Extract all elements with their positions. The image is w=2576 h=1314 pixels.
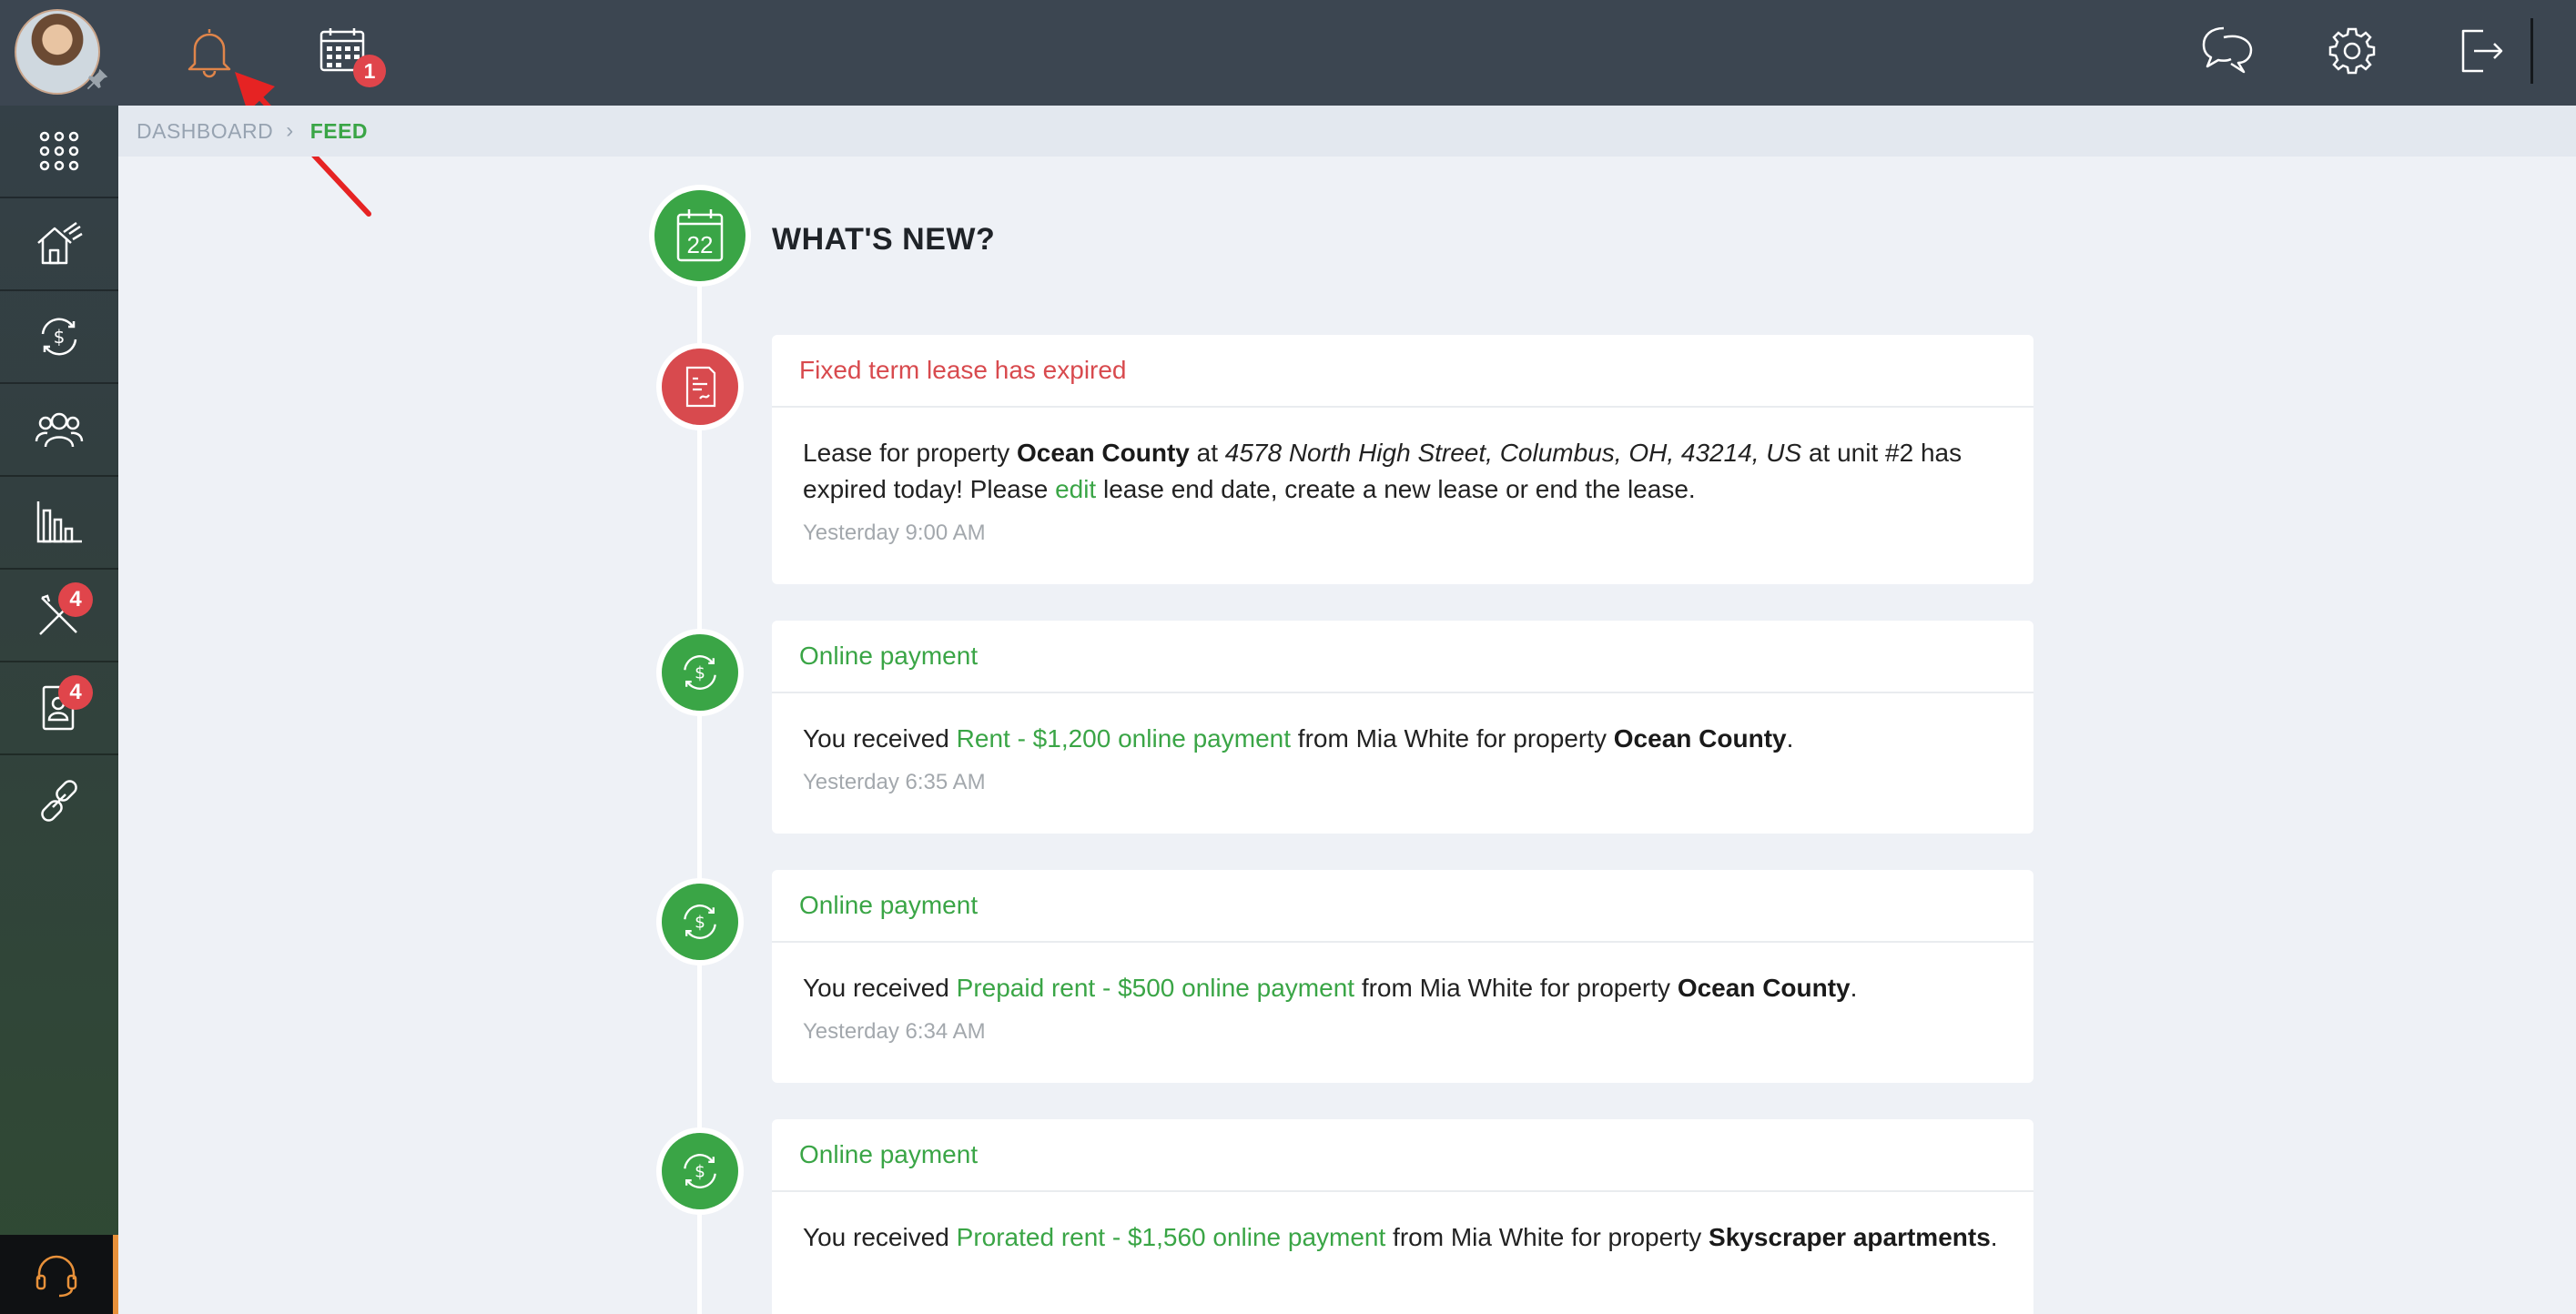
card-heading[interactable]: Online payment (772, 621, 2033, 693)
message-text: from Mia White for property (1354, 974, 1678, 1002)
calendar-day-number: 22 (687, 231, 714, 258)
card-timestamp: Yesterday 6:34 AM (803, 1019, 986, 1044)
breadcrumb-separator: › (286, 118, 294, 143)
timeline-dot-payment: $ (656, 878, 744, 965)
svg-text:$: $ (54, 326, 66, 348)
logout-icon (2461, 29, 2503, 73)
card-message: You received Prorated rent - $1,560 onli… (772, 1192, 2033, 1256)
feed-header-badge: 22 (649, 185, 751, 287)
property-name: Ocean County (1017, 439, 1190, 467)
payment-link[interactable]: Rent - $1,200 online payment (957, 724, 1291, 753)
gear-icon (2328, 27, 2376, 75)
timeline-dot-lease (656, 343, 744, 430)
breadcrumb-dashboard[interactable]: DASHBOARD (137, 119, 273, 144)
message-text: Lease for property (803, 439, 1018, 467)
svg-text:$: $ (695, 663, 705, 682)
svg-text:$: $ (695, 1162, 705, 1181)
message-text: from Mia White for property (1385, 1223, 1709, 1251)
payment-link[interactable]: Prepaid rent - $500 online payment (957, 974, 1354, 1002)
calendar-day-icon: 22 (676, 209, 724, 262)
card-message: You received Prepaid rent - $500 online … (772, 943, 2033, 1006)
topbar-divider (2530, 18, 2533, 84)
card-heading[interactable]: Online payment (772, 1119, 2033, 1192)
property-address: 4578 North High Street, Columbus, OH, 43… (1224, 439, 1802, 467)
page-title: WHAT'S NEW? (772, 222, 996, 257)
sidebar-item-reports[interactable] (0, 477, 118, 570)
accounting-dollar-icon: $ (41, 318, 77, 356)
card-timestamp: Yesterday 9:00 AM (803, 521, 986, 545)
maintenance-badge: 4 (58, 582, 93, 617)
sidebar-item-accounting[interactable]: $ (0, 291, 118, 384)
payment-dollar-icon: $ (684, 655, 716, 690)
payment-link[interactable]: Prorated rent - $1,560 online payment (957, 1223, 1386, 1251)
payment-dollar-icon: $ (684, 905, 716, 939)
timeline-dot-payment: $ (656, 629, 744, 716)
lease-document-icon (685, 366, 716, 408)
message-text: at (1189, 439, 1225, 467)
card-message: Lease for property Ocean County at 4578 … (772, 408, 2033, 508)
message-text: . (1990, 1223, 1998, 1251)
feed-card-payment: Online payment You received Rent - $1,20… (772, 621, 2033, 834)
headset-icon (35, 1255, 77, 1297)
properties-house-icon (37, 221, 83, 265)
top-bar: 1 (118, 0, 2576, 106)
breadcrumb-feed: FEED (309, 118, 369, 143)
sidebar-item-apps[interactable] (0, 106, 118, 198)
payment-dollar-icon: $ (684, 1154, 716, 1188)
card-heading[interactable]: Online payment (772, 870, 2033, 943)
message-text: You received (803, 1223, 957, 1251)
property-name: Ocean County (1613, 724, 1787, 753)
timeline-dot-payment: $ (656, 1127, 744, 1215)
settings-button[interactable] (2325, 24, 2379, 78)
message-text: You received (803, 724, 957, 753)
breadcrumb: DASHBOARD › FEED (118, 106, 2576, 157)
links-icon (41, 780, 77, 822)
feed-card-lease: Fixed term lease has expired Lease for p… (772, 335, 2033, 584)
message-text: . (1850, 974, 1858, 1002)
property-name: Skyscraper apartments (1709, 1223, 1991, 1251)
card-timestamp: Yesterday 6:35 AM (803, 770, 986, 794)
message-text: from Mia White for property (1291, 724, 1614, 753)
feed-card-payment: Online payment You received Prorated ren… (772, 1119, 2033, 1314)
support-button[interactable] (0, 1235, 118, 1314)
message-text: You received (803, 974, 957, 1002)
sidebar-item-applicants[interactable]: 4 (0, 662, 118, 755)
edit-link[interactable]: edit (1055, 475, 1096, 503)
sidebar: $ 4 4 (0, 0, 118, 1314)
card-heading[interactable]: Fixed term lease has expired (772, 335, 2033, 408)
people-icon (35, 412, 84, 448)
pin-icon[interactable] (84, 66, 111, 93)
sidebar-item-links[interactable] (0, 755, 118, 846)
chat-icon (2202, 26, 2253, 74)
chat-button[interactable] (2197, 22, 2257, 80)
sidebar-item-properties[interactable] (0, 198, 118, 291)
sidebar-item-maintenance[interactable]: 4 (0, 570, 118, 662)
applicants-badge: 4 (58, 675, 93, 710)
user-profile[interactable] (0, 0, 118, 106)
logout-button[interactable] (2454, 24, 2509, 78)
card-message: You received Rent - $1,200 online paymen… (772, 693, 2033, 757)
reports-chart-icon (36, 501, 82, 543)
property-name: Ocean County (1677, 974, 1851, 1002)
apps-grid-icon (39, 131, 79, 171)
svg-text:$: $ (695, 913, 705, 932)
message-text: lease end date, create a new lease or en… (1096, 475, 1696, 503)
message-text: . (1786, 724, 1794, 753)
feed-card-payment: Online payment You received Prepaid rent… (772, 870, 2033, 1083)
sidebar-item-people[interactable] (0, 384, 118, 477)
